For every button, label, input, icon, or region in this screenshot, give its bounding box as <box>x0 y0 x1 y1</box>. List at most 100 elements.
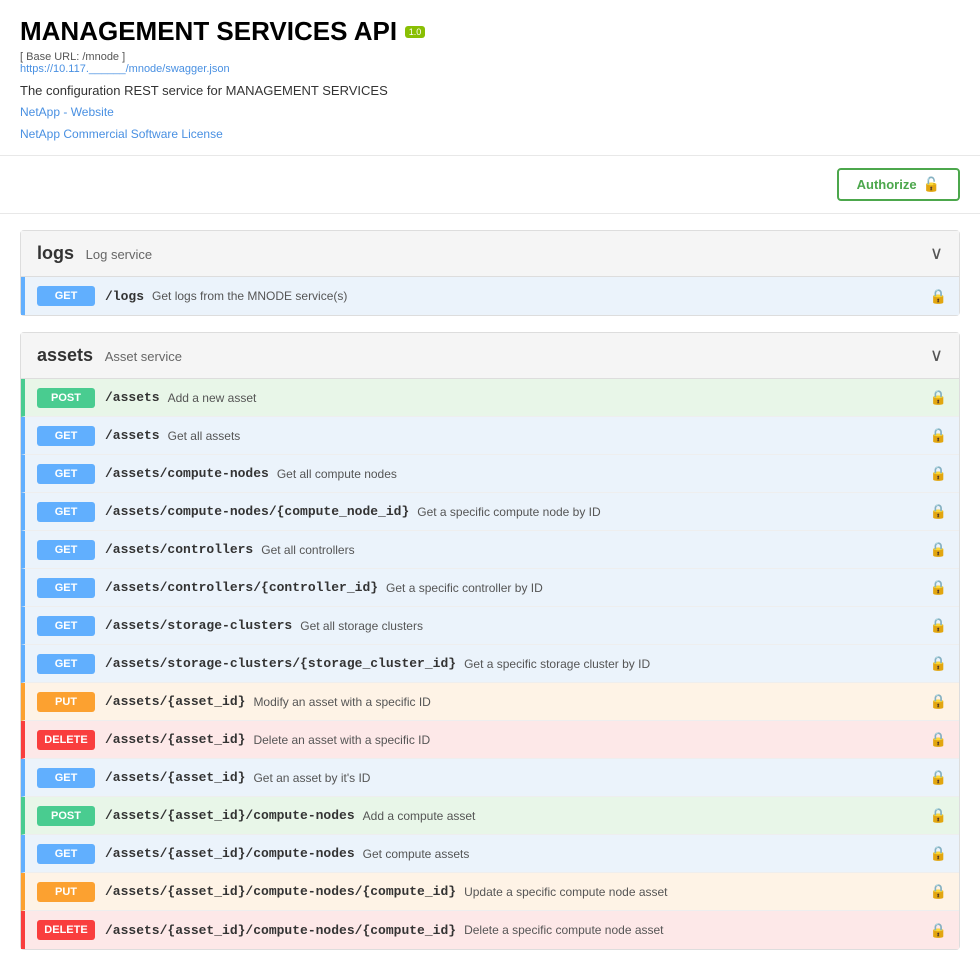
endpoint-assets-4[interactable]: GET /assets/controllers Get all controll… <box>21 531 959 569</box>
endpoint-lock-icon: 🔒 <box>930 617 947 634</box>
endpoint-path: /assets/{asset_id} <box>105 732 245 747</box>
version-badge: 1.0 <box>405 26 426 38</box>
method-badge-get: GET <box>37 844 95 864</box>
method-badge-get: GET <box>37 616 95 636</box>
endpoint-path: /assets/storage-clusters <box>105 618 292 633</box>
endpoint-path: /assets/controllers/{controller_id} <box>105 580 378 595</box>
endpoint-assets-0[interactable]: POST /assets Add a new asset 🔒 <box>21 379 959 417</box>
endpoint-lock-icon: 🔒 <box>930 922 947 939</box>
endpoint-lock-icon: 🔒 <box>930 541 947 558</box>
endpoint-description: Get an asset by it's ID <box>253 771 370 785</box>
endpoint-path: /assets/{asset_id} <box>105 694 245 709</box>
method-badge-get: GET <box>37 502 95 522</box>
endpoint-lock-icon: 🔒 <box>930 503 947 520</box>
endpoint-path: /assets/{asset_id} <box>105 770 245 785</box>
endpoint-description: Delete an asset with a specific ID <box>253 733 430 747</box>
endpoint-lock-icon: 🔒 <box>930 731 947 748</box>
endpoint-lock-icon: 🔒 <box>930 288 947 305</box>
endpoint-lock-icon: 🔒 <box>930 693 947 710</box>
chevron-down-icon: ∨ <box>930 345 943 366</box>
endpoint-path: /assets/compute-nodes/{compute_node_id} <box>105 504 409 519</box>
endpoint-assets-12[interactable]: GET /assets/{asset_id}/compute-nodes Get… <box>21 835 959 873</box>
endpoint-path: /assets/controllers <box>105 542 253 557</box>
method-badge-get: GET <box>37 578 95 598</box>
method-badge-put: PUT <box>37 882 95 902</box>
endpoint-lock-icon: 🔒 <box>930 807 947 824</box>
authorize-section: Authorize 🔓 <box>0 156 980 214</box>
method-badge-get: GET <box>37 426 95 446</box>
section-header-logs[interactable]: logs Log service ∨ <box>21 231 959 277</box>
endpoint-path: /assets/storage-clusters/{storage_cluste… <box>105 656 456 671</box>
method-badge-get: GET <box>37 286 95 306</box>
endpoint-description: Get compute assets <box>363 847 470 861</box>
section-subtitle: Asset service <box>105 349 182 364</box>
authorize-button[interactable]: Authorize 🔓 <box>837 168 960 201</box>
method-badge-get: GET <box>37 654 95 674</box>
endpoint-path: /assets <box>105 428 160 443</box>
endpoint-description: Get all storage clusters <box>300 619 423 633</box>
authorize-label: Authorize <box>857 177 917 192</box>
swagger-link[interactable]: https://10.117.______/mnode/swagger.json <box>20 63 230 75</box>
api-title: MANAGEMENT SERVICES API <box>20 16 397 46</box>
endpoint-path: /assets/{asset_id}/compute-nodes/{comput… <box>105 923 456 938</box>
method-badge-get: GET <box>37 464 95 484</box>
endpoint-assets-11[interactable]: POST /assets/{asset_id}/compute-nodes Ad… <box>21 797 959 835</box>
endpoint-path: /assets/{asset_id}/compute-nodes/{comput… <box>105 884 456 899</box>
method-badge-post: POST <box>37 388 95 408</box>
method-badge-delete: DELETE <box>37 920 95 940</box>
endpoint-description: Get all assets <box>168 429 241 443</box>
endpoint-description: Add a compute asset <box>363 809 476 823</box>
netapp-website-link[interactable]: NetApp - Website <box>20 102 960 124</box>
endpoint-description: Add a new asset <box>168 391 257 405</box>
top-header: MANAGEMENT SERVICES API 1.0 [ Base URL: … <box>0 0 980 156</box>
endpoint-description: Update a specific compute node asset <box>464 885 667 899</box>
endpoint-lock-icon: 🔒 <box>930 389 947 406</box>
links: NetApp - Website NetApp Commercial Softw… <box>20 102 960 145</box>
endpoint-lock-icon: 🔒 <box>930 427 947 444</box>
section-title-area: assets Asset service <box>37 345 182 366</box>
endpoint-description: Delete a specific compute node asset <box>464 923 663 937</box>
endpoint-assets-5[interactable]: GET /assets/controllers/{controller_id} … <box>21 569 959 607</box>
sections-container: logs Log service ∨ GET /logs Get logs fr… <box>0 230 980 950</box>
endpoint-assets-7[interactable]: GET /assets/storage-clusters/{storage_cl… <box>21 645 959 683</box>
endpoint-assets-6[interactable]: GET /assets/storage-clusters Get all sto… <box>21 607 959 645</box>
endpoint-path: /assets <box>105 390 160 405</box>
endpoint-path: /assets/{asset_id}/compute-nodes <box>105 846 355 861</box>
endpoint-description: Get a specific storage cluster by ID <box>464 657 650 671</box>
endpoint-description: Get a specific compute node by ID <box>417 505 600 519</box>
method-badge-delete: DELETE <box>37 730 95 750</box>
section-subtitle: Log service <box>86 247 152 262</box>
endpoint-lock-icon: 🔒 <box>930 465 947 482</box>
endpoint-description: Get logs from the MNODE service(s) <box>152 289 347 303</box>
section-title: assets <box>37 345 93 365</box>
endpoint-assets-2[interactable]: GET /assets/compute-nodes Get all comput… <box>21 455 959 493</box>
endpoint-assets-10[interactable]: GET /assets/{asset_id} Get an asset by i… <box>21 759 959 797</box>
netapp-license-link[interactable]: NetApp Commercial Software License <box>20 124 960 146</box>
endpoint-assets-1[interactable]: GET /assets Get all assets 🔒 <box>21 417 959 455</box>
endpoint-description: Get all compute nodes <box>277 467 397 481</box>
endpoint-description: Get all controllers <box>261 543 354 557</box>
endpoint-assets-8[interactable]: PUT /assets/{asset_id} Modify an asset w… <box>21 683 959 721</box>
section-header-assets[interactable]: assets Asset service ∨ <box>21 333 959 379</box>
endpoint-lock-icon: 🔒 <box>930 769 947 786</box>
endpoint-lock-icon: 🔒 <box>930 883 947 900</box>
endpoint-path: /assets/compute-nodes <box>105 466 269 481</box>
endpoint-description: Modify an asset with a specific ID <box>253 695 430 709</box>
endpoint-assets-14[interactable]: DELETE /assets/{asset_id}/compute-nodes/… <box>21 911 959 949</box>
endpoint-assets-9[interactable]: DELETE /assets/{asset_id} Delete an asse… <box>21 721 959 759</box>
endpoint-lock-icon: 🔒 <box>930 579 947 596</box>
endpoint-lock-icon: 🔒 <box>930 845 947 862</box>
section-logs: logs Log service ∨ GET /logs Get logs fr… <box>20 230 960 316</box>
section-title: logs <box>37 243 74 263</box>
endpoint-assets-3[interactable]: GET /assets/compute-nodes/{compute_node_… <box>21 493 959 531</box>
method-badge-post: POST <box>37 806 95 826</box>
chevron-down-icon: ∨ <box>930 243 943 264</box>
endpoint-assets-13[interactable]: PUT /assets/{asset_id}/compute-nodes/{co… <box>21 873 959 911</box>
section-title-area: logs Log service <box>37 243 152 264</box>
endpoint-logs-0[interactable]: GET /logs Get logs from the MNODE servic… <box>21 277 959 315</box>
endpoint-description: Get a specific controller by ID <box>386 581 543 595</box>
endpoint-path: /logs <box>105 289 144 304</box>
endpoint-lock-icon: 🔒 <box>930 655 947 672</box>
section-assets: assets Asset service ∨ POST /assets Add … <box>20 332 960 950</box>
method-badge-get: GET <box>37 768 95 788</box>
